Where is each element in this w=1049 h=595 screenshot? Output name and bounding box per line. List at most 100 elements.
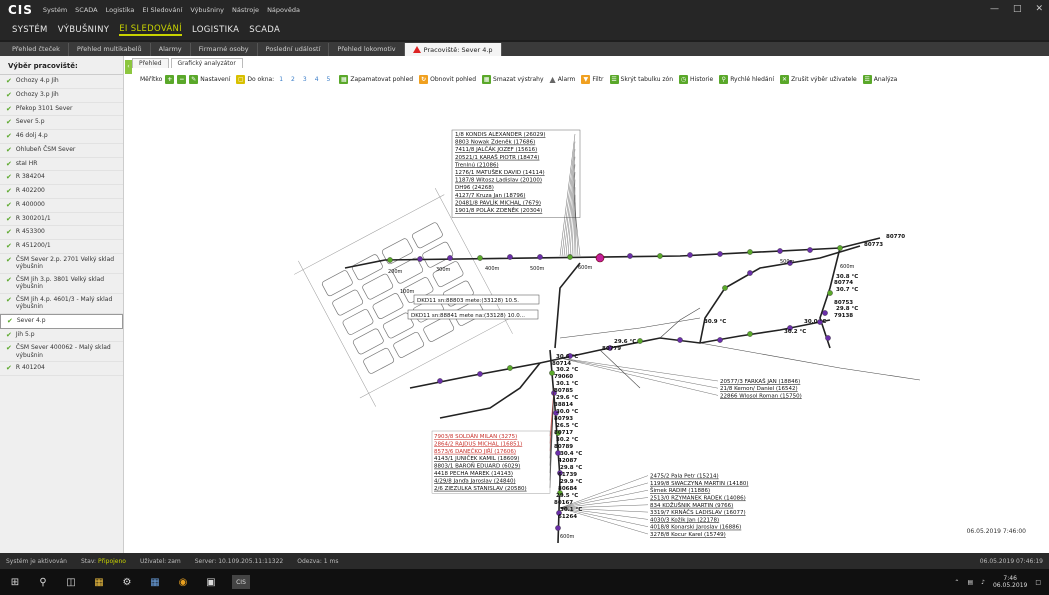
collapse-sidebar-button[interactable]: ‹ [125,60,132,74]
zoom-level-5[interactable]: 5 [327,76,331,83]
sidebar-item[interactable]: ✔ Překop 3101 Sever [0,103,123,117]
historie-button[interactable]: ◷ Historie [679,74,713,84]
mine-map-canvas[interactable]: 1/8 KONDIS ALEXANDER (26029) 8803 Nowak Z… [140,88,1040,544]
zoom-level-4[interactable]: 4 [315,76,319,83]
menu-ei-sledovani[interactable]: EI Sledování [142,6,182,14]
zoom-level-3[interactable]: 3 [303,76,307,83]
sidebar-item[interactable]: ✔ Ohlubeň ČSM Sever [0,144,123,158]
sidebar-item-label: R 402200 [15,187,45,194]
sidebar-item[interactable]: ✔ R 451200/1 [0,240,123,254]
sidebar-item[interactable]: ✔ ČSM Jih 3.p. 3801 Velký sklad výbušnin [0,274,123,294]
temperature-label: 29.6 °C [556,395,578,401]
sidebar-item[interactable]: ✔ Sever 5.p [0,116,123,130]
main-menu-ei-sledovani[interactable]: EI SLEDOVÁNÍ [119,24,182,36]
sidebar-item[interactable]: ✔ R 400000 [0,199,123,213]
tab-prehled-multikabelu[interactable]: Přehled multikabelů [69,43,151,56]
sidebar-item-label: R 401204 [15,364,45,372]
file-explorer-icon[interactable]: ▦ [92,575,106,589]
obnovit-button[interactable]: ↻ Obnovit pohled [419,74,476,84]
terminal-icon[interactable]: ▣ [204,575,218,589]
cis-app-icon[interactable]: CIS [232,575,250,589]
task-view-icon[interactable]: ◫ [64,575,78,589]
sidebar-item-label: ČSM Jih 4.p. 4601/3 - Malý sklad výbušni… [15,295,113,311]
minimize-icon[interactable]: — [990,4,999,14]
person-label: 4418 PECHA MAREK (14143) [434,471,513,477]
tab-alarmy[interactable]: Alarmy [151,43,191,56]
sidebar-item[interactable]: ✔ ČSM Sever 2.p. 2701 Velký sklad výbušni… [0,254,123,274]
network-app-icon[interactable]: ▦ [148,575,162,589]
main-menu-logistika[interactable]: LOGISTIKA [192,25,239,35]
dkd-label-2: DKD11 sn:88841 mete na:(33128) 10.0... [411,313,525,319]
sidebar-item[interactable]: ✔ R 402200 [0,185,123,199]
sidebar-item[interactable]: ✔ Ochozy 4.p Jih [0,75,123,89]
sensor-node [717,337,723,343]
temperature-label: 30.2 °C [556,437,578,443]
sidebar-item-label: Ohlubeň ČSM Sever [15,145,76,153]
search-taskbar-icon[interactable]: ⚲ [36,575,50,589]
windows-start-icon[interactable]: ⊞ [8,575,22,589]
close-icon[interactable]: ✕ [1035,4,1043,14]
main-menu-vybusniny[interactable]: VÝBUŠNINY [58,25,110,35]
sidebar-item[interactable]: ✔ Ochozy 3.p Jih [0,89,123,103]
temperature-label: 29.8 °C [560,465,582,471]
chrome-icon[interactable]: ◉ [176,575,190,589]
subtab-graficky-analyzator[interactable]: Grafický analyzátor [170,58,243,68]
tab-pracoviste-sever[interactable]: Pracoviště: Sever 4.p [404,43,502,56]
rychle-hledani-button[interactable]: ⚲ Rychlé hledání [719,74,774,84]
person-label: 4127/7 Kruza Jan (18796) [455,193,525,199]
settings-taskbar-icon[interactable]: ⚙ [120,575,134,589]
sidebar-item[interactable]: ✔ Jih 5.p [0,329,123,343]
main-menu-scada[interactable]: SCADA [249,25,280,35]
zoom-level-2[interactable]: 2 [291,76,295,83]
skryt-button[interactable]: ☰ Skrýt tabulku zón [609,74,673,84]
tab-prehled-lokomotiv[interactable]: Přehled lokomotiv [329,43,405,56]
sidebar-item[interactable]: ✔ Sever 4.p [0,313,123,329]
sidebar-item[interactable]: ✔ R 300201/1 [0,213,123,227]
zoom-level-1[interactable]: 1 [279,76,283,83]
tab-posledni-udalosti[interactable]: Poslední událostí [258,43,330,56]
menu-scada[interactable]: SCADA [75,6,97,14]
main-menu-system[interactable]: SYSTÉM [12,25,48,35]
sidebar-item-label: ČSM Sever 2.p. 2701 Velký sklad výbušnin [15,255,115,271]
zoom-out-icon[interactable]: − [177,74,187,84]
temperature-label: 30.4 °C [560,451,582,457]
smazat-button[interactable]: ▦ Smazat výstrahy [482,74,544,84]
menu-system[interactable]: Systém [43,6,67,14]
tunnel-path [344,237,881,269]
sensor-node [417,256,423,262]
sidebar-item[interactable]: ✔ ČSM Jih 4.p. 4601/3 - Malý sklad výbušn… [0,294,123,314]
sidebar-item[interactable]: ✔ staI HR [0,158,123,172]
network-icon[interactable]: ▤ [967,579,973,586]
menu-napoveda[interactable]: Nápověda [267,6,300,14]
zoom-in-icon[interactable]: + [165,74,175,84]
sidebar-item[interactable]: ✔ 46 dolj 4.p [0,130,123,144]
sidebar-item[interactable]: ✔ R 384204 [0,171,123,185]
alarm-button[interactable]: ▲ Alarm [550,75,576,84]
sidebar-item[interactable]: ✔ ČSM Sever 400062 - Malý sklad výbušnin [0,342,123,363]
menu-nastroje[interactable]: Nástroje [232,6,259,14]
leader-line [559,357,719,382]
notification-icon[interactable]: □ [1035,579,1041,586]
mine-map-svg[interactable]: 1/8 KONDIS ALEXANDER (26029)8803 Nowak Z… [140,88,1040,544]
taskbar-clock[interactable]: 7:46 06.05.2019 [993,575,1027,589]
zrusit-vyber-button[interactable]: ✕ Zrušit výběr uživatele [780,74,857,84]
menu-logistika[interactable]: Logistika [106,6,135,14]
person-label: 1187/8 Witosz Ladislav (20100) [455,178,542,184]
analyza-button[interactable]: ☰ Analýza [862,74,897,84]
maximize-icon[interactable]: □ [1013,4,1022,14]
tray-chevron-icon[interactable]: ⌃ [954,579,959,586]
zapamatovat-button[interactable]: ▦ Zapamatovat pohled [339,74,413,84]
analyzer-toolbar: Měřítko + − ✎ Nastavení ▢ Do okna: 1 2 3 4… [140,72,1040,86]
nastaveni-button[interactable]: ✎ Nastavení [189,74,230,84]
subtab-prehled[interactable]: Přehled [132,58,169,68]
tab-prehled-ctecek[interactable]: Přehled čteček [4,43,69,56]
volume-icon[interactable]: ♪ [981,579,985,586]
filtr-button[interactable]: ▼ Filtr [581,74,604,84]
sensor-node [722,285,728,291]
menu-vybusniny[interactable]: Výbušniny [190,6,224,14]
check-icon: ✔ [6,364,12,373]
sidebar-item[interactable]: ✔ R 453300 [0,226,123,240]
temperature-label: 30.2 °C [556,367,578,373]
sidebar-item[interactable]: ✔ R 401204 [0,362,123,376]
tab-firmarne-osoby[interactable]: Firmarné osoby [191,43,258,56]
